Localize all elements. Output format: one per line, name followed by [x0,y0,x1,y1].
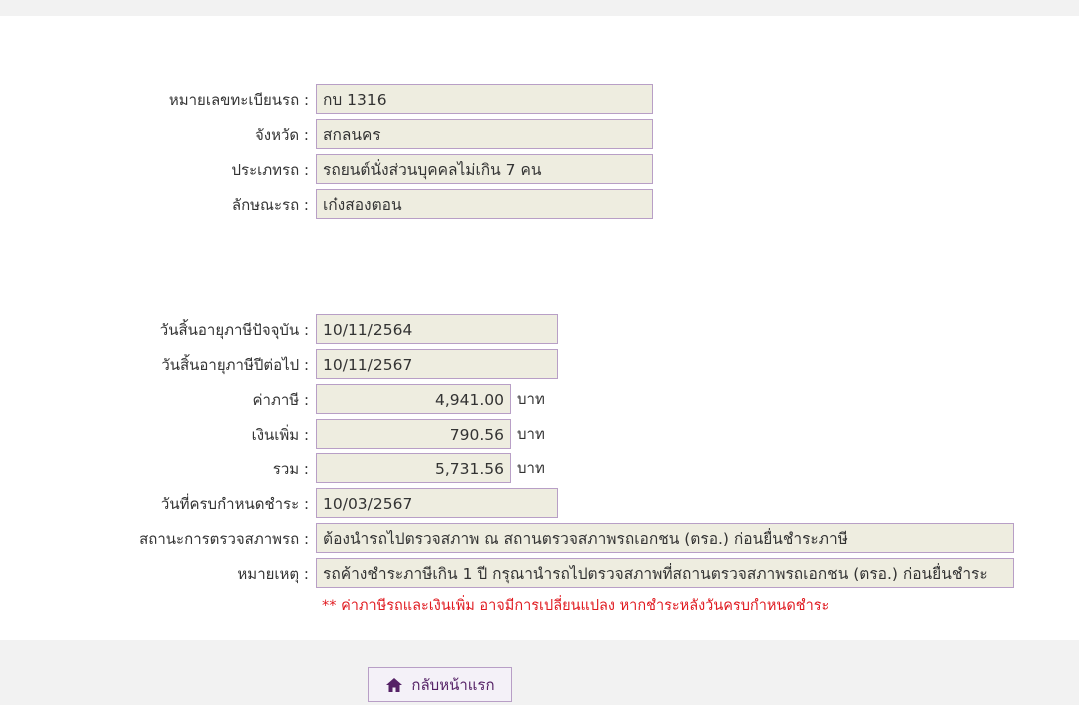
home-icon [385,676,403,694]
surcharge-currency: บาท [517,425,545,443]
total-row: รวม : 5,731.56 บาท [0,453,1079,485]
next-expiry-row: วันสิ้นอายุภาษีปีต่อไป : 10/11/2567 [0,349,1079,381]
total-label: รวม : [272,460,309,478]
inspection-row: สถานะการตรวจสภาพรถ : ต้องนำรถไปตรวจสภาพ … [0,523,1079,555]
total-field: 5,731.56 [316,453,511,483]
remark-row: หมายเหตุ : รถค้างชำระภาษีเกิน 1 ปี กรุณา… [0,558,1079,590]
vehicle-type-field: รถยนต์นั่งส่วนบุคคลไม่เกิน 7 คน [316,154,653,184]
next-expiry-label: วันสิ้นอายุภาษีปีต่อไป : [161,356,309,374]
plate-row: หมายเลขทะเบียนรถ : กบ 1316 [0,84,1079,116]
home-button[interactable]: กลับหน้าแรก [368,667,512,702]
province-row: จังหวัด : สกลนคร [0,119,1079,151]
tax-label: ค่าภาษี : [252,391,309,409]
next-expiry-field: 10/11/2567 [316,349,558,379]
home-button-label: กลับหน้าแรก [411,675,495,694]
inspection-field: ต้องนำรถไปตรวจสภาพ ณ สถานตรวจสภาพรถเอกชน… [316,523,1014,553]
plate-label: หมายเลขทะเบียนรถ : [168,91,309,109]
tax-currency: บาท [517,390,545,408]
current-expiry-label: วันสิ้นอายุภาษีปัจจุบัน : [159,321,309,339]
surcharge-row: เงินเพิ่ม : 790.56 บาท [0,419,1079,451]
plate-field: กบ 1316 [316,84,653,114]
surcharge-label: เงินเพิ่ม : [251,426,309,444]
top-bar [0,0,1079,16]
vehicle-style-field: เก๋งสองตอน [316,189,653,219]
remark-field: รถค้างชำระภาษีเกิน 1 ปี กรุณานำรถไปตรวจส… [316,558,1014,588]
warning-note: ** ค่าภาษีรถและเงินเพิ่ม อาจมีการเปลี่ยน… [322,598,830,614]
vehicle-style-row: ลักษณะรถ : เก๋งสองตอน [0,189,1079,221]
current-expiry-row: วันสิ้นอายุภาษีปัจจุบัน : 10/11/2564 [0,314,1079,346]
current-expiry-field: 10/11/2564 [316,314,558,344]
due-date-field: 10/03/2567 [316,488,558,518]
surcharge-field: 790.56 [316,419,511,449]
tax-field: 4,941.00 [316,384,511,414]
due-date-label: วันที่ครบกำหนดชำระ : [160,495,309,513]
inspection-label: สถานะการตรวจสภาพรถ : [139,530,309,548]
vehicle-type-label: ประเภทรถ : [231,161,310,179]
total-currency: บาท [517,459,545,477]
footer-bar [0,640,1079,705]
vehicle-type-row: ประเภทรถ : รถยนต์นั่งส่วนบุคคลไม่เกิน 7 … [0,154,1079,186]
vehicle-style-label: ลักษณะรถ : [231,196,309,214]
tax-row: ค่าภาษี : 4,941.00 บาท [0,384,1079,416]
remark-label: หมายเหตุ : [237,565,309,583]
due-date-row: วันที่ครบกำหนดชำระ : 10/03/2567 [0,488,1079,520]
province-field: สกลนคร [316,119,653,149]
province-label: จังหวัด : [255,126,309,144]
